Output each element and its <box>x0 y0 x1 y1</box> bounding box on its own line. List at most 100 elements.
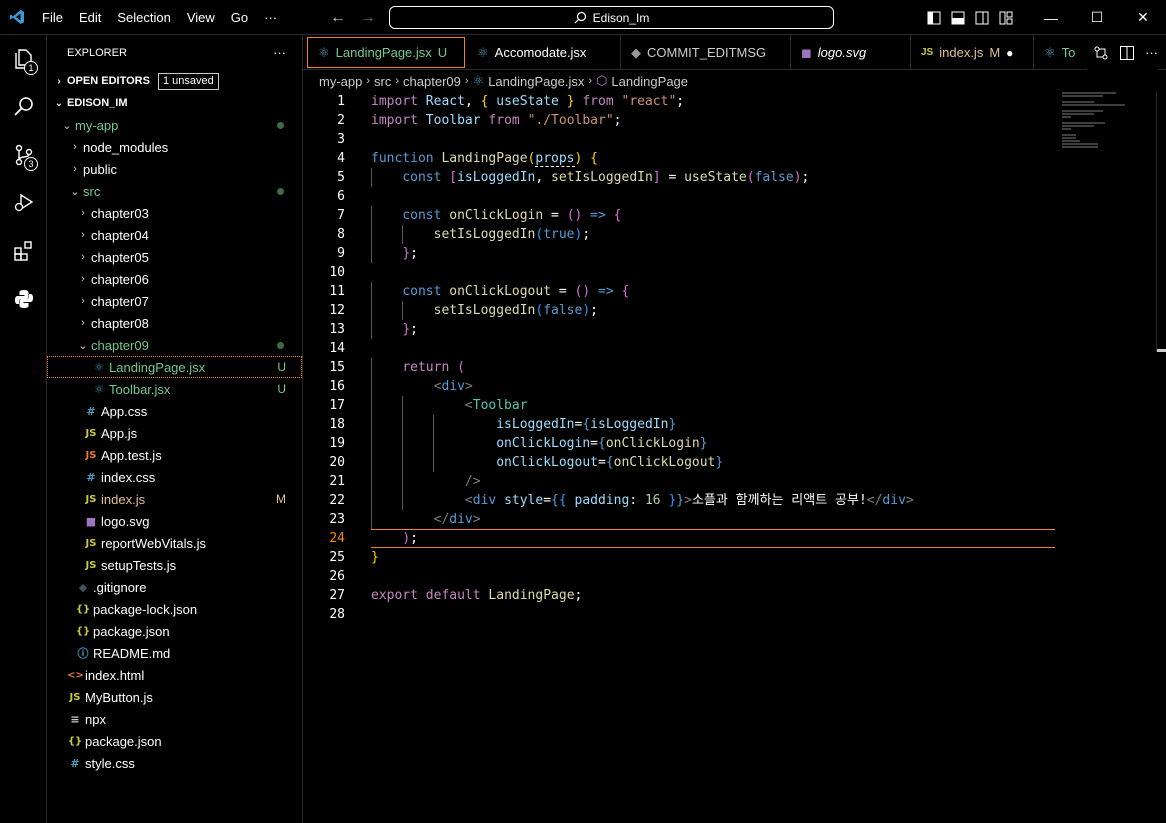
code-line[interactable]: 10 <box>303 263 1166 282</box>
search-activity[interactable] <box>0 83 47 131</box>
python-activity[interactable] <box>0 275 47 323</box>
code-line[interactable]: 18 isLoggedIn={isLoggedIn} <box>303 415 1166 434</box>
editor-scrollbar[interactable] <box>1156 92 1166 352</box>
tree-item[interactable]: # style.css <box>47 752 302 774</box>
breadcrumb-item[interactable]: my-app <box>319 74 362 89</box>
unused-param-warning[interactable]: props <box>535 151 575 167</box>
code-line[interactable]: 22 <div style={{ padding: 16 }}>소플과 함께하는… <box>303 491 1166 510</box>
tree-item[interactable]: # App.css <box>47 400 302 422</box>
tree-item[interactable]: › node_modules <box>47 136 302 158</box>
code-line[interactable]: 6 <box>303 187 1166 206</box>
code-line[interactable]: 13 }; <box>303 320 1166 339</box>
code-line[interactable]: 28 <box>303 605 1166 624</box>
tab-index-js[interactable]: JS index.js M ● <box>911 35 1034 70</box>
breadcrumb-item[interactable]: LandingPage <box>611 74 688 89</box>
code-line[interactable]: 16 <div> <box>303 377 1166 396</box>
code-line[interactable]: 9 }; <box>303 244 1166 263</box>
code-line[interactable]: 21 /> <box>303 472 1166 491</box>
code-line[interactable]: 19 onClickLogin={onClickLogin} <box>303 434 1166 453</box>
tree-item[interactable]: ■ logo.svg <box>47 510 302 532</box>
tree-item[interactable]: <> index.html <box>47 664 302 686</box>
toggle-secondary-sidebar-icon[interactable] <box>974 10 990 26</box>
tree-item[interactable]: JS App.test.js <box>47 444 302 466</box>
menu-go[interactable]: Go <box>223 0 256 35</box>
explorer-activity[interactable]: 1 <box>0 35 47 83</box>
source-control-activity[interactable]: 3 <box>0 131 47 179</box>
tab-commit-editmsg[interactable]: ◆ COMMIT_EDITMSG <box>621 35 791 70</box>
code-line[interactable]: 23 </div> <box>303 510 1166 529</box>
tab-logo-svg[interactable]: ◼ logo.svg <box>791 35 911 70</box>
tree-item[interactable]: ⚛ LandingPage.jsx U <box>47 356 302 378</box>
menu-more[interactable]: ··· <box>256 0 285 35</box>
tree-item[interactable]: {} package.json <box>47 620 302 642</box>
tree-item[interactable]: {} package.json <box>47 730 302 752</box>
toggle-panel-icon[interactable] <box>950 10 966 26</box>
breadcrumb-item[interactable]: chapter09 <box>403 74 461 89</box>
code-line[interactable]: 24 ); <box>303 529 1166 548</box>
tree-item[interactable]: › chapter06 <box>47 268 302 290</box>
code-line[interactable]: 14 <box>303 339 1166 358</box>
menu-edit[interactable]: Edit <box>71 0 109 35</box>
tree-item[interactable]: ⌄ src <box>47 180 302 202</box>
tree-item[interactable]: › chapter03 <box>47 202 302 224</box>
forward-arrow-icon[interactable]: → <box>360 9 376 27</box>
tree-item[interactable]: › chapter04 <box>47 224 302 246</box>
tree-item[interactable]: JS MyButton.js <box>47 686 302 708</box>
code-line[interactable]: 11 const onClickLogout = () => { <box>303 282 1166 301</box>
toggle-sidebar-icon[interactable] <box>926 10 942 26</box>
menu-selection[interactable]: Selection <box>109 0 178 35</box>
code-line[interactable]: 20 onClickLogout={onClickLogout} <box>303 453 1166 472</box>
back-arrow-icon[interactable]: ← <box>330 9 346 27</box>
code-line[interactable]: 2 import Toolbar from "./Toolbar"; <box>303 111 1166 130</box>
tree-item[interactable]: ⓘ README.md <box>47 642 302 664</box>
tree-item[interactable]: › public <box>47 158 302 180</box>
close-window-button[interactable]: ✕ <box>1120 0 1166 35</box>
code-line[interactable]: 5 const [isLoggedIn, setIsLoggedIn] = us… <box>303 168 1166 187</box>
tree-item[interactable]: JS App.js <box>47 422 302 444</box>
tree-item[interactable]: ≡ npx <box>47 708 302 730</box>
extensions-activity[interactable] <box>0 227 47 275</box>
tree-item[interactable]: ⌄ my-app <box>47 114 302 136</box>
code-line[interactable]: 27 export default LandingPage; <box>303 586 1166 605</box>
open-changes-icon[interactable] <box>1093 45 1109 61</box>
tree-item[interactable]: # index.css <box>47 466 302 488</box>
breadcrumb-item[interactable]: LandingPage.jsx <box>488 74 584 89</box>
code-line[interactable]: 17 <Toolbar <box>303 396 1166 415</box>
code-editor[interactable]: 1 import React, { useState } from "react"… <box>303 92 1166 823</box>
code-line[interactable]: 15 return ( <box>303 358 1166 377</box>
tab-accomodate[interactable]: ⚛ Accomodate.jsx <box>467 35 621 70</box>
code-line[interactable]: 1 import React, { useState } from "react"… <box>303 92 1166 111</box>
tree-item[interactable]: ⌄ chapter09 <box>47 334 302 356</box>
command-center-search[interactable]: Edison_Im <box>389 6 834 29</box>
workspace-section[interactable]: ⌄ EDISON_IM <box>47 92 302 114</box>
customize-layout-icon[interactable] <box>998 10 1014 26</box>
open-editors-section[interactable]: › OPEN EDITORS 1 unsaved <box>47 70 302 92</box>
minimap[interactable] <box>1062 92 1152 152</box>
tree-item[interactable]: JS index.js M <box>47 488 302 510</box>
code-line[interactable]: 7 const onClickLogin = () => { <box>303 206 1166 225</box>
breadcrumb-item[interactable]: src <box>374 74 391 89</box>
tab-landingpage[interactable]: ⚛ LandingPage.jsx U <box>307 37 465 68</box>
tree-item[interactable]: JS setupTests.js <box>47 554 302 576</box>
tab-toolbar-partial[interactable]: ⚛ To <box>1034 35 1085 70</box>
tree-item[interactable]: ⚛ Toolbar.jsx U <box>47 378 302 400</box>
code-line[interactable]: 8 setIsLoggedIn(true); <box>303 225 1166 244</box>
split-editor-icon[interactable] <box>1119 45 1135 61</box>
minimize-button[interactable]: — <box>1028 0 1074 35</box>
more-actions-button[interactable]: ··· <box>1145 45 1158 60</box>
code-line[interactable]: 4 function LandingPage(props) { <box>303 149 1166 168</box>
menu-file[interactable]: File <box>34 0 71 35</box>
tree-item[interactable]: {} package-lock.json <box>47 598 302 620</box>
menu-view[interactable]: View <box>179 0 223 35</box>
dirty-dot-icon[interactable]: ● <box>1006 46 1013 60</box>
tree-item[interactable]: ◆ .gitignore <box>47 576 302 598</box>
maximize-button[interactable]: ☐ <box>1074 0 1120 35</box>
code-line[interactable]: 3 <box>303 130 1166 149</box>
tree-item[interactable]: JS reportWebVitals.js <box>47 532 302 554</box>
tree-item[interactable]: › chapter08 <box>47 312 302 334</box>
code-line[interactable]: 25} <box>303 548 1166 567</box>
explorer-more-button[interactable]: ··· <box>273 45 286 60</box>
tree-item[interactable]: › chapter07 <box>47 290 302 312</box>
code-line[interactable]: 12 setIsLoggedIn(false); <box>303 301 1166 320</box>
tree-item[interactable]: › chapter05 <box>47 246 302 268</box>
